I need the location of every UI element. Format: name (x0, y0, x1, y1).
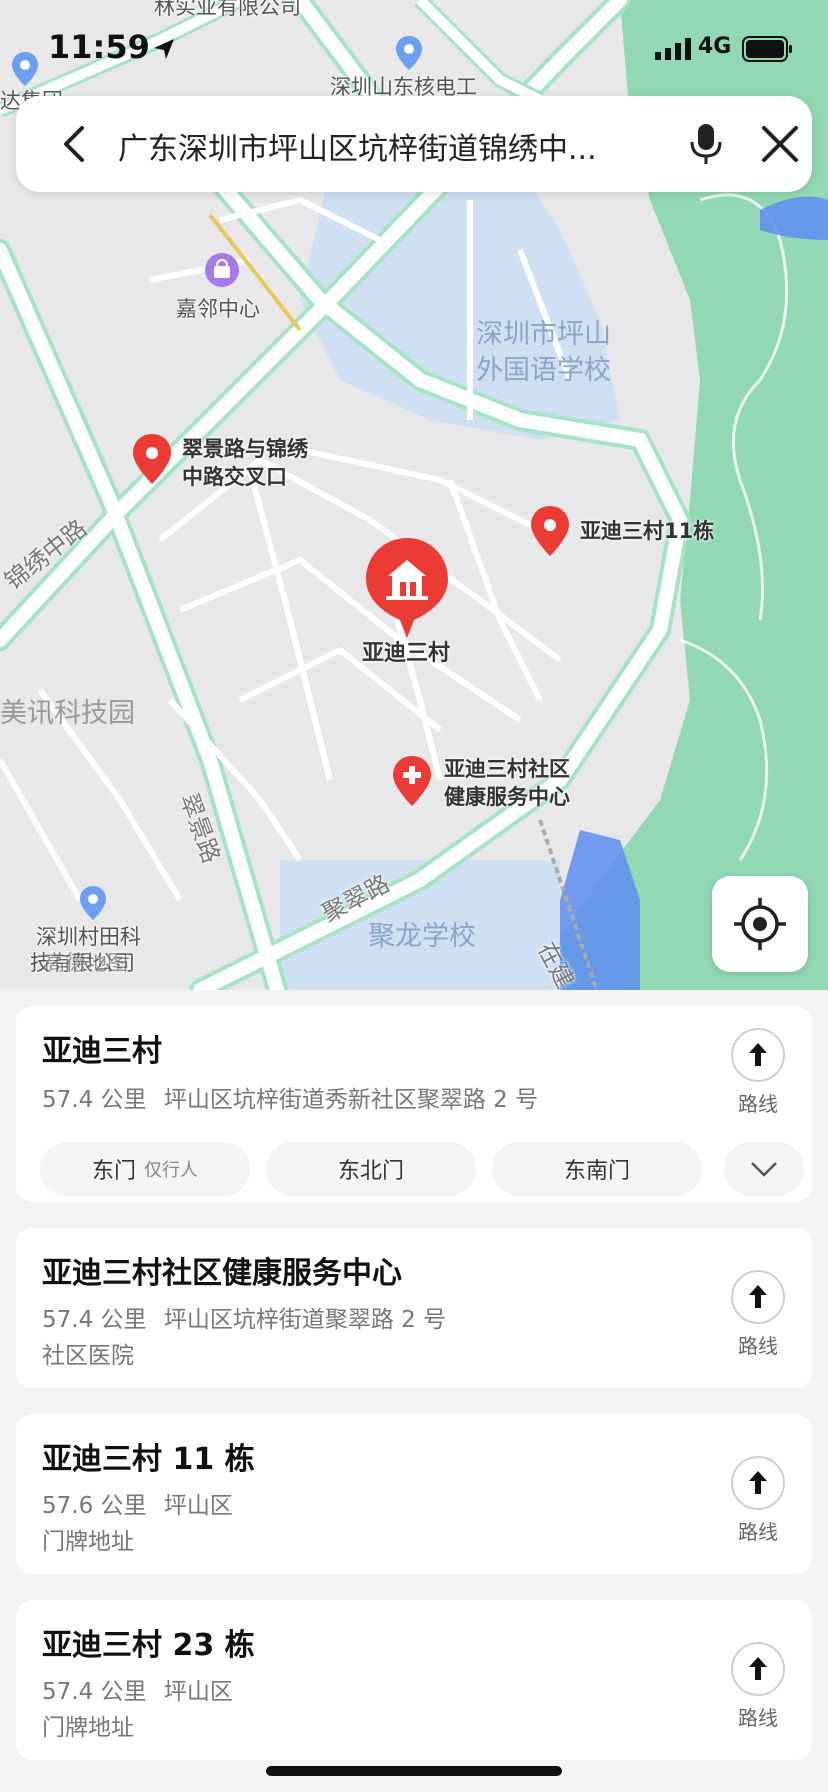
status-time: 11:59 (48, 28, 150, 66)
close-icon[interactable] (756, 120, 804, 168)
result-title: 亚迪三村 (42, 1034, 162, 1069)
result-distance: 57.4 公里 (42, 1679, 147, 1705)
gate-label: 东南门 (563, 1159, 630, 1184)
route-arrow-icon (731, 1270, 785, 1324)
selected-residence-pin-icon[interactable] (362, 536, 452, 640)
route-button[interactable]: 路线 (726, 1456, 790, 1545)
route-arrow-icon (731, 1642, 785, 1696)
result-distance: 57.4 公里 (42, 1307, 147, 1333)
result-card[interactable]: 亚迪三村社区健康服务中心 57.4 公里 坪山区坑梓街道聚翠路 2 号 社区医院… (16, 1228, 812, 1388)
result-address: 坪山区 (163, 1679, 233, 1705)
result-card[interactable]: 亚迪三村 57.4 公里 坪山区坑梓街道秀新社区聚翠路 2 号 路线 东门 仅行… (16, 1006, 812, 1202)
map-label-yadi: 亚迪三村 (362, 641, 451, 666)
result-meta: 57.4 公里 坪山区坑梓街道聚翠路 2 号 (42, 1300, 446, 1334)
route-label: 路线 (738, 1334, 778, 1358)
search-bar[interactable]: 广东深圳市坪山区坑梓街道锦绣中... (16, 96, 812, 192)
gate-southeast-button[interactable]: 东南门 (492, 1142, 702, 1196)
result-distance: 57.4 公里 (42, 1087, 147, 1113)
route-label: 路线 (738, 1092, 778, 1116)
route-button[interactable]: 路线 (726, 1028, 790, 1117)
route-button[interactable]: 路线 (726, 1642, 790, 1731)
result-title: 亚迪三村 23 栋 (42, 1628, 255, 1663)
gate-label: 东门 (91, 1159, 136, 1184)
result-meta: 57.6 公里 坪山区 (42, 1486, 233, 1520)
signal-icon (655, 38, 691, 60)
result-card[interactable]: 亚迪三村 11 栋 57.6 公里 坪山区 门牌地址 路线 (16, 1414, 812, 1574)
building11-pin-icon[interactable] (528, 504, 572, 560)
result-address: 坪山区坑梓街道聚翠路 2 号 (163, 1307, 447, 1333)
route-label: 路线 (738, 1706, 778, 1730)
map-label-jialin: 嘉邻中心 (176, 297, 260, 321)
microphone-icon[interactable] (686, 120, 726, 168)
map-label-school-1: 深圳市坪山 (476, 319, 611, 350)
result-card[interactable]: 亚迪三村 23 栋 57.4 公里 坪山区 门牌地址 路线 (16, 1600, 812, 1760)
poi-pin-icon[interactable] (78, 884, 108, 922)
route-label: 路线 (738, 1520, 778, 1544)
route-button[interactable]: 路线 (726, 1270, 790, 1359)
locate-me-button[interactable] (712, 876, 808, 972)
crossing-pin-icon[interactable] (130, 432, 174, 488)
result-category: 门牌地址 (42, 1715, 134, 1741)
map-watermark: 高德地图 (44, 951, 128, 975)
result-category: 门牌地址 (42, 1529, 134, 1555)
map-label-cuntian-1: 深圳村田科 (36, 925, 141, 949)
gate-label: 东北门 (337, 1159, 404, 1184)
result-category: 社区医院 (42, 1343, 134, 1369)
gate-east-button[interactable]: 东门 仅行人 (40, 1142, 250, 1196)
map-label-health-1: 亚迪三村社区 (444, 757, 570, 781)
network-type: 4G (698, 34, 732, 59)
result-address: 坪山区坑梓街道秀新社区聚翠路 2 号 (163, 1087, 539, 1113)
chevron-down-icon (751, 1162, 777, 1177)
map-label-school-2: 外国语学校 (476, 355, 611, 386)
status-bar: 11:59 4G (0, 0, 828, 100)
battery-icon (742, 36, 792, 62)
search-query[interactable]: 广东深圳市坪山区坑梓街道锦绣中... (118, 124, 658, 168)
expand-gates-button[interactable] (724, 1142, 804, 1196)
map-label-health-2: 健康服务中心 (444, 785, 570, 809)
map-label-julong-school: 聚龙学校 (368, 921, 476, 952)
results-sheet[interactable]: 亚迪三村 57.4 公里 坪山区坑梓街道秀新社区聚翠路 2 号 路线 东门 仅行… (0, 990, 828, 1792)
gate-northeast-button[interactable]: 东北门 (266, 1142, 476, 1196)
map-label-building11: 亚迪三村11栋 (580, 519, 715, 543)
map-label-crossing-1: 翠景路与锦绣 (182, 437, 308, 461)
back-chevron-left-icon[interactable] (50, 118, 102, 170)
home-indicator[interactable] (266, 1766, 562, 1776)
result-meta: 57.4 公里 坪山区 (42, 1672, 233, 1706)
route-arrow-icon (731, 1456, 785, 1510)
crosshair-icon (734, 898, 786, 950)
result-distance: 57.6 公里 (42, 1493, 147, 1519)
gate-note: 仅行人 (144, 1160, 198, 1181)
result-address: 坪山区 (163, 1493, 233, 1519)
route-arrow-icon (731, 1028, 785, 1082)
map-label-crossing-2: 中路交叉口 (182, 465, 287, 489)
hospital-pin-icon[interactable] (390, 754, 434, 810)
shopping-bag-icon[interactable] (202, 250, 242, 290)
result-meta: 57.4 公里 坪山区坑梓街道秀新社区聚翠路 2 号 (42, 1080, 538, 1114)
result-title: 亚迪三村社区健康服务中心 (42, 1256, 402, 1291)
result-title: 亚迪三村 11 栋 (42, 1442, 255, 1477)
location-arrow-icon (154, 39, 174, 59)
map-label-meixun: 美讯科技园 (0, 698, 135, 729)
